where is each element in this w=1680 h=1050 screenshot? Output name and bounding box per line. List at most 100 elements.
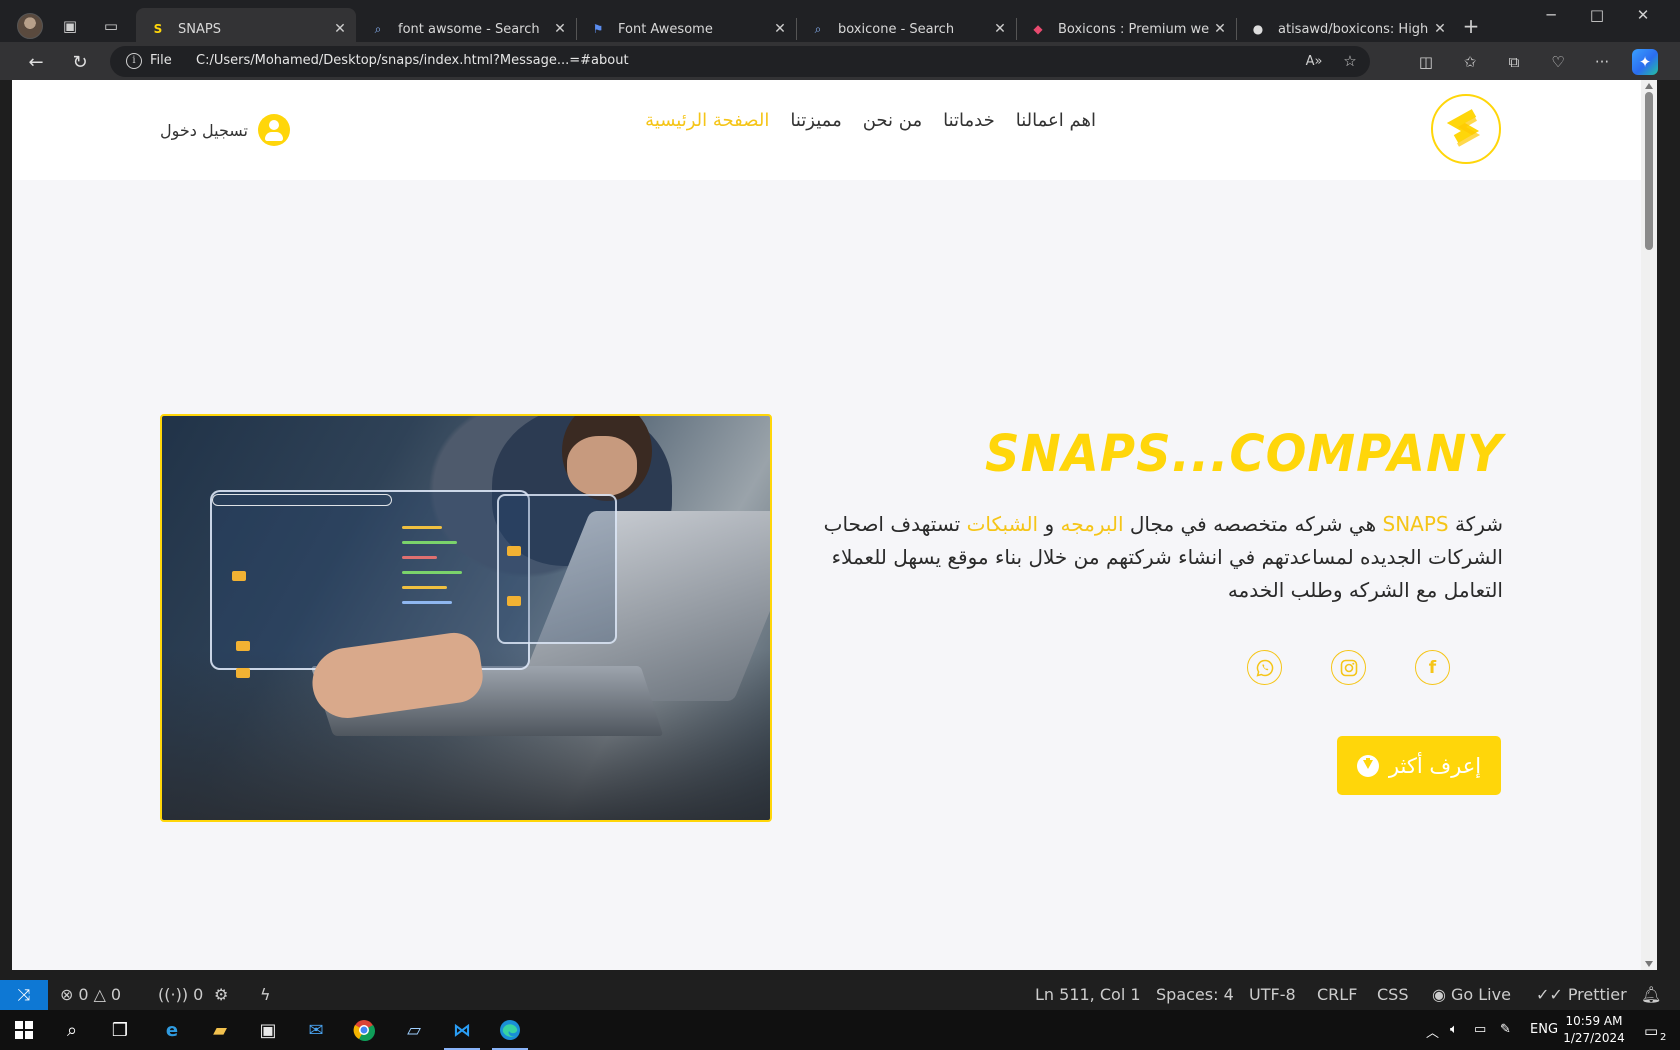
- login-link[interactable]: تسجيل دخول: [160, 114, 290, 146]
- debug-icon[interactable]: ⚙: [214, 985, 228, 1004]
- facebook-icon[interactable]: f: [1415, 650, 1450, 685]
- problems-indicator[interactable]: ⊗ 0 △ 0: [60, 985, 121, 1004]
- nav-services[interactable]: خدماتنا: [943, 110, 995, 131]
- search-icon: ⌕: [374, 21, 382, 36]
- tab-label: atisawd/boxicons: High Quali: [1278, 21, 1430, 37]
- copilot-icon[interactable]: ✦: [1632, 49, 1658, 75]
- main-nav: الصفحة الرئيسية مميزتنا من نحن خدماتنا ا…: [645, 110, 1096, 131]
- remote-icon[interactable]: ⤨: [0, 980, 48, 1010]
- instagram-icon[interactable]: [1331, 650, 1366, 685]
- show-hidden-icons[interactable]: ︿: [1426, 1022, 1439, 1041]
- maximize-icon[interactable]: □: [1574, 6, 1620, 30]
- mail-icon[interactable]: ✉: [292, 1010, 340, 1050]
- tab-label: Font Awesome: [618, 21, 713, 37]
- read-aloud-icon[interactable]: A»: [1300, 48, 1328, 74]
- store-icon[interactable]: ▣: [244, 1010, 292, 1050]
- tab-label: SNAPS: [178, 21, 221, 37]
- address-toolbar: ← ↻ i File C:/Users/Mohamed/Desktop/snap…: [0, 42, 1680, 80]
- tab-label: Boxicons : Premium web frien: [1058, 21, 1210, 37]
- workspaces-icon[interactable]: ▣: [57, 13, 83, 39]
- cursor-position[interactable]: Ln 511, Col 1: [1035, 985, 1141, 1004]
- nav-home[interactable]: الصفحة الرئيسية: [645, 110, 769, 131]
- text-segment: و: [1038, 512, 1061, 536]
- address-bar[interactable]: i File C:/Users/Mohamed/Desktop/snaps/in…: [110, 46, 1370, 77]
- windows-start-icon[interactable]: [0, 1010, 48, 1050]
- snaps-logo[interactable]: [1431, 94, 1501, 164]
- edge-icon[interactable]: [486, 1010, 534, 1050]
- learn-more-button[interactable]: إعرف أكثر: [1337, 736, 1501, 795]
- clock[interactable]: 10:59 AM 1/27/2024: [1562, 1013, 1626, 1047]
- prettier-label: Prettier: [1567, 985, 1627, 1004]
- snaps-logo-icon: [1446, 109, 1481, 147]
- site-header: الصفحة الرئيسية مميزتنا من نحن خدماتنا ا…: [12, 80, 1641, 180]
- scroll-down-icon[interactable]: [1645, 961, 1653, 967]
- notifications-bell-icon[interactable]: 🔔︎: [1641, 985, 1661, 1004]
- broadcast-icon: ((·)): [158, 985, 189, 1004]
- more-menu-icon[interactable]: ···: [1588, 49, 1616, 75]
- pen-icon[interactable]: ✎: [1500, 1022, 1511, 1037]
- nav-features[interactable]: مميزتنا: [790, 110, 841, 131]
- line-endings[interactable]: CRLF: [1317, 985, 1357, 1004]
- page-scrollbar[interactable]: [1641, 80, 1657, 970]
- favorites-icon[interactable]: ✩: [1456, 49, 1484, 75]
- warning-count: 0: [110, 985, 122, 1004]
- notification-count: 2: [1660, 1032, 1667, 1043]
- language-indicator[interactable]: ENG: [1530, 1022, 1558, 1037]
- url-text[interactable]: C:/Users/Mohamed/Desktop/snaps/index.htm…: [196, 53, 629, 68]
- url-scheme-label: File: [150, 53, 172, 68]
- network-icon[interactable]: ▭: [1474, 1022, 1486, 1037]
- encoding[interactable]: UTF-8: [1249, 985, 1296, 1004]
- tab-close-icon[interactable]: ✕: [1210, 21, 1230, 37]
- info-icon[interactable]: i: [126, 53, 142, 69]
- learn-more-label: إعرف أكثر: [1388, 753, 1482, 778]
- tab-close-icon[interactable]: ✕: [770, 21, 790, 37]
- go-live-button[interactable]: ◉ Go Live: [1432, 985, 1511, 1004]
- tab-close-icon[interactable]: ✕: [550, 21, 570, 37]
- volume-icon[interactable]: 🔈︎: [1450, 1022, 1458, 1037]
- chrome-icon[interactable]: [340, 1010, 388, 1050]
- error-count: 0: [78, 985, 89, 1004]
- windows-taskbar: ⌕ ❒ e ▰ ▣ ✉ ▱ ⋈ ︿ 🔈︎ ▭ ✎ ENG 10:59 AM 1/…: [0, 1010, 1680, 1050]
- ports-indicator[interactable]: ((·)) 0: [158, 985, 203, 1004]
- search-icon[interactable]: ⌕: [48, 1010, 96, 1050]
- back-arrow-icon[interactable]: ←: [22, 48, 50, 76]
- double-check-icon: ✓✓: [1536, 985, 1563, 1004]
- tab-close-icon[interactable]: ✕: [1430, 21, 1450, 37]
- profile-avatar[interactable]: [17, 13, 43, 39]
- edge-legacy-icon[interactable]: e: [148, 1010, 196, 1050]
- action-center-icon[interactable]: ▭: [1644, 1022, 1658, 1040]
- app-icon[interactable]: ▱: [390, 1010, 438, 1050]
- flag-icon: ⚑: [592, 22, 604, 36]
- vertical-tabs-icon[interactable]: ▭: [98, 13, 124, 39]
- file-explorer-icon[interactable]: ▰: [196, 1010, 244, 1050]
- scroll-up-icon[interactable]: [1645, 83, 1653, 89]
- broadcast-icon: ◉: [1432, 985, 1446, 1004]
- user-avatar-icon: [258, 114, 290, 146]
- networks-highlight: الشبكات: [966, 512, 1039, 536]
- scroll-thumb[interactable]: [1645, 92, 1653, 250]
- nav-about[interactable]: من نحن: [863, 110, 922, 131]
- refresh-icon[interactable]: ↻: [66, 48, 94, 76]
- language-mode[interactable]: CSS: [1377, 985, 1408, 1004]
- text-segment: شركة: [1448, 512, 1503, 536]
- arrow-down-circle-icon: [1356, 754, 1379, 777]
- nav-works[interactable]: اهم اعمالنا: [1016, 110, 1096, 131]
- browser-essentials-icon[interactable]: ♡: [1544, 49, 1572, 75]
- minimize-icon[interactable]: ─: [1528, 6, 1574, 30]
- prettier-button[interactable]: ✓✓ Prettier: [1536, 985, 1627, 1004]
- new-tab-plus-icon[interactable]: +: [1458, 13, 1484, 39]
- close-window-icon[interactable]: ✕: [1620, 6, 1666, 30]
- favorite-star-icon[interactable]: ☆: [1336, 48, 1364, 74]
- go-live-label: Go Live: [1450, 985, 1511, 1004]
- whatsapp-icon[interactable]: [1247, 650, 1282, 685]
- tab-close-icon[interactable]: ✕: [990, 21, 1010, 37]
- indentation[interactable]: Spaces: 4: [1156, 985, 1234, 1004]
- lightning-icon[interactable]: ϟ: [260, 985, 271, 1004]
- collections-icon[interactable]: ⧉: [1500, 49, 1528, 75]
- clock-date: 1/27/2024: [1563, 1031, 1625, 1045]
- split-screen-icon[interactable]: ◫: [1412, 49, 1440, 75]
- vscode-icon[interactable]: ⋈: [438, 1010, 486, 1050]
- task-view-icon[interactable]: ❒: [96, 1010, 144, 1050]
- tab-close-icon[interactable]: ✕: [330, 21, 350, 37]
- ports-count: 0: [193, 985, 204, 1004]
